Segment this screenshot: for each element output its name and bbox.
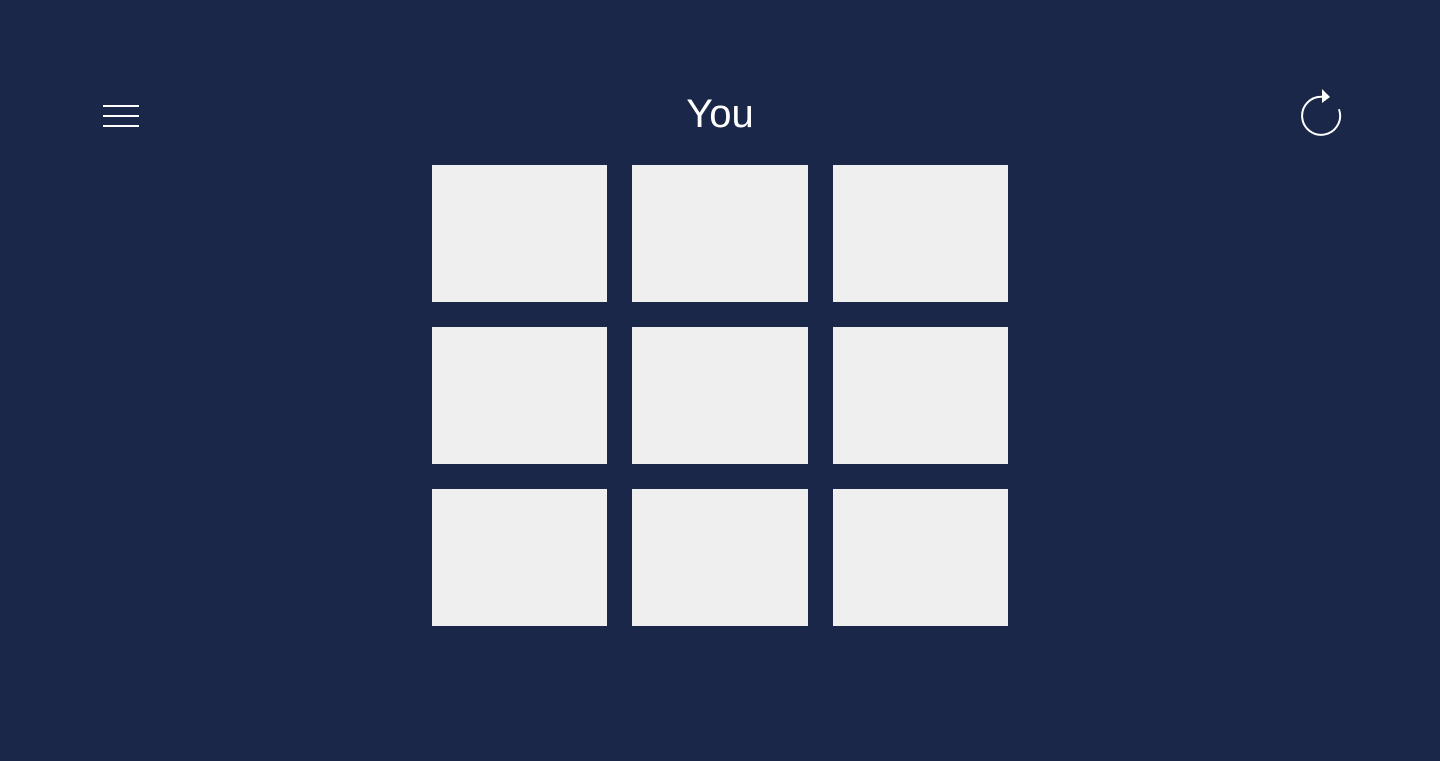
board-cell-1[interactable] (432, 165, 607, 302)
board-cell-6[interactable] (833, 327, 1008, 464)
turn-indicator: You (686, 92, 754, 136)
board-cell-2[interactable] (632, 165, 808, 302)
restart-icon-graphic (1301, 89, 1342, 136)
board-cell-3[interactable] (833, 165, 1008, 302)
restart-icon[interactable] (1294, 86, 1346, 138)
game-screen: You (0, 0, 1440, 761)
board-cell-4[interactable] (432, 327, 607, 464)
game-board (432, 165, 1008, 626)
board-cell-5[interactable] (632, 327, 808, 464)
board-cell-9[interactable] (833, 489, 1008, 626)
board-cell-7[interactable] (432, 489, 607, 626)
board-cell-8[interactable] (632, 489, 808, 626)
